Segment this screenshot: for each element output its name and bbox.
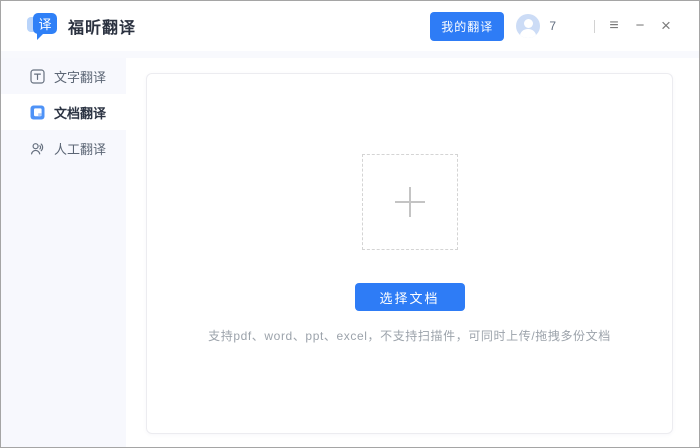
document-translate-icon	[30, 105, 45, 120]
menu-icon[interactable]: ≡	[601, 13, 627, 39]
logo-bubble-tail	[37, 33, 44, 40]
titlebar-divider	[594, 20, 595, 33]
my-translations-button[interactable]: 我的翻译	[430, 12, 504, 41]
human-translate-icon	[30, 141, 45, 156]
sidebar: 文字翻译 文档翻译	[1, 58, 126, 447]
sidebar-item-human-translate[interactable]: 人工翻译	[1, 130, 126, 166]
app-window: 译 福昕翻译 我的翻译 7 ≡ − ×	[0, 0, 700, 448]
upload-hint-text: 支持pdf、word、ppt、excel，不支持扫描件，可同时上传/拖拽多份文档	[208, 327, 611, 344]
avatar-person-body	[520, 29, 536, 38]
sidebar-item-document-translate[interactable]: 文档翻译	[1, 94, 126, 130]
sidebar-item-label: 文字翻译	[54, 67, 106, 86]
sidebar-item-text-translate[interactable]: 文字翻译	[1, 58, 126, 94]
choose-document-button[interactable]: 选择文档	[355, 283, 465, 311]
sidebar-item-label: 文档翻译	[54, 103, 106, 122]
text-translate-icon	[30, 69, 45, 84]
titlebar: 译 福昕翻译 我的翻译 7 ≡ − ×	[1, 1, 699, 51]
avatar-person-icon	[524, 19, 533, 28]
window-controls: ≡ − ×	[601, 13, 679, 39]
sidebar-item-label: 人工翻译	[54, 139, 106, 158]
user-count-badge: 7	[549, 19, 556, 33]
plus-icon	[409, 187, 411, 217]
logo-front-bubble: 译	[33, 13, 57, 34]
upload-dropzone[interactable]	[362, 154, 458, 250]
minimize-icon[interactable]: −	[627, 13, 653, 39]
app-title: 福昕翻译	[68, 14, 136, 38]
user-avatar[interactable]	[516, 14, 540, 38]
upload-card: 选择文档 支持pdf、word、ppt、excel，不支持扫描件，可同时上传/拖…	[146, 73, 673, 434]
window-body: 文字翻译 文档翻译	[1, 51, 699, 447]
close-icon[interactable]: ×	[653, 13, 679, 39]
main-area: 选择文档 支持pdf、word、ppt、excel，不支持扫描件，可同时上传/拖…	[126, 58, 699, 447]
app-logo-icon: 译	[27, 11, 58, 41]
